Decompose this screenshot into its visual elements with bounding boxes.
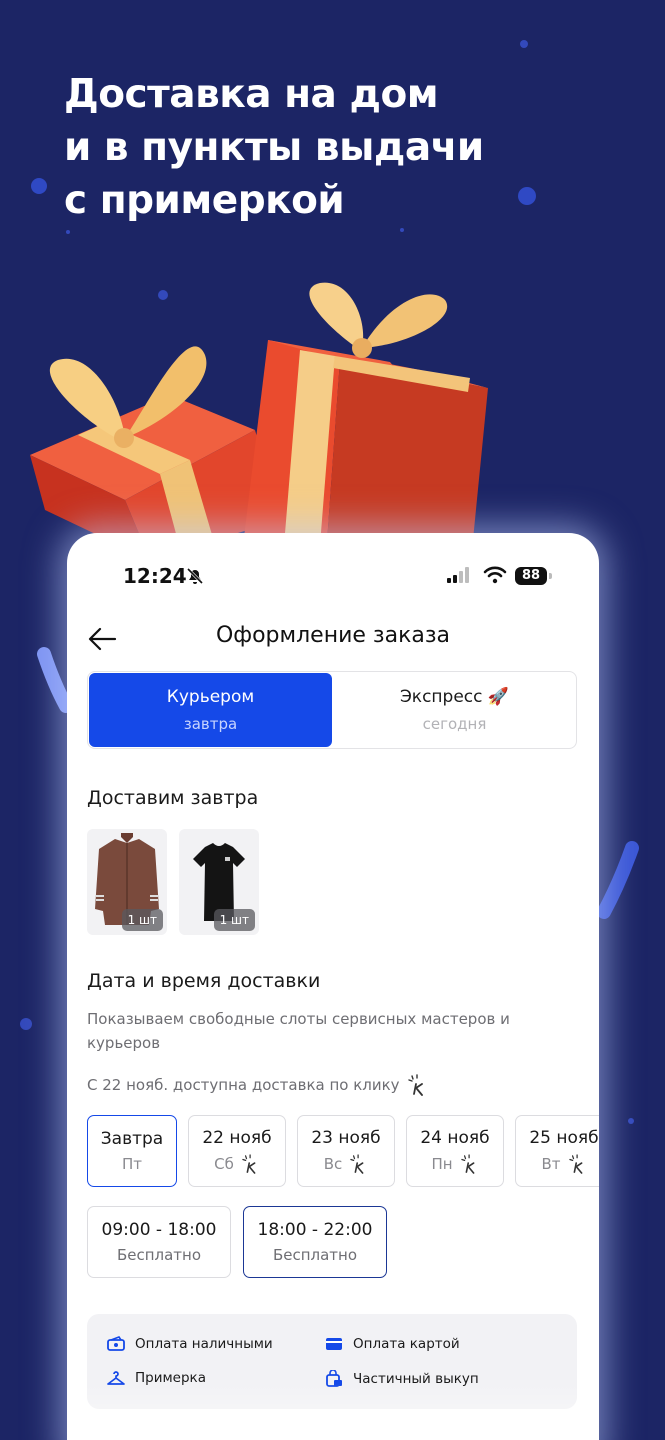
- weekday-label: Пн: [431, 1155, 453, 1173]
- time-slot-range: 18:00 - 22:00: [257, 1220, 373, 1240]
- delivery-features-panel: Оплата наличными Оплата картой Примерка …: [87, 1314, 577, 1409]
- background-dot: [520, 40, 528, 48]
- delivery-mode-label: Курьером: [166, 687, 255, 707]
- gift-boxes-illustration: [30, 282, 488, 570]
- background-dot: [20, 1018, 32, 1030]
- click-delivery-icon: [568, 1154, 582, 1174]
- datetime-section-title: Дата и время доставки: [87, 970, 321, 992]
- phone-screen: 12:24 88 Оформление заказа Курьером завт…: [67, 533, 599, 1440]
- delivery-mode-sub: сегодня: [422, 715, 487, 733]
- delivery-mode-label-row: Экспресс 🚀: [400, 687, 509, 707]
- cash-icon: [107, 1336, 125, 1351]
- date-selector: Завтра Пт 22 нояб Сб 23 нояб Вс 24 нояб …: [87, 1115, 599, 1187]
- card-icon: [326, 1338, 342, 1350]
- status-time: 12:24: [123, 564, 187, 588]
- feature-label: Частичный выкуп: [353, 1371, 479, 1387]
- background-dot: [31, 178, 47, 194]
- feature-card: Оплата картой: [325, 1336, 460, 1352]
- bell-muted-icon: [186, 567, 204, 585]
- time-slot-option[interactable]: 09:00 - 18:00 Бесплатно: [87, 1206, 231, 1278]
- feature-label: Оплата картой: [353, 1336, 460, 1352]
- time-slot-price: Бесплатно: [116, 1246, 202, 1264]
- click-delivery-icon: [242, 1154, 256, 1174]
- delivery-mode-switch: Курьером завтра Экспресс 🚀 сегодня: [87, 671, 577, 749]
- weekday-row: Вт: [541, 1154, 586, 1174]
- rocket-icon: 🚀: [487, 687, 510, 707]
- time-slot-range: 09:00 - 18:00: [101, 1220, 217, 1240]
- click-delivery-icon: [407, 1074, 423, 1096]
- nav-bar: Оформление заказа: [67, 613, 599, 663]
- datetime-description: Показываем свободные слоты сервисных мас…: [87, 1010, 510, 1052]
- feature-label: Оплата наличными: [135, 1336, 273, 1352]
- weekday-label: Пт: [121, 1155, 143, 1173]
- date-label: Завтра: [100, 1129, 164, 1149]
- feature-fitting: Примерка: [107, 1370, 206, 1386]
- quantity-badge: 1 шт: [121, 909, 163, 931]
- weekday-row: Сб: [214, 1154, 260, 1174]
- click-note-text: С 22 нояб. доступна доставка по клику: [87, 1076, 400, 1094]
- date-option[interactable]: 24 нояб Пн: [406, 1115, 504, 1187]
- click-delivery-note: С 22 нояб. доступна доставка по клику: [87, 1074, 428, 1096]
- feature-cash: Оплата наличными: [107, 1336, 273, 1352]
- weekday-row: Вс: [324, 1154, 369, 1174]
- delivery-mode-label: Экспресс: [399, 687, 483, 707]
- date-option[interactable]: 22 нояб Сб: [188, 1115, 286, 1187]
- weekday-label: Вс: [323, 1155, 343, 1173]
- product-item[interactable]: 1 шт: [179, 829, 259, 935]
- status-bar: 12:24 88: [67, 533, 599, 619]
- deliver-section-title: Доставим завтра: [87, 787, 259, 809]
- time-slot-selector: 09:00 - 18:00 Бесплатно 18:00 - 22:00 Бе…: [87, 1206, 387, 1278]
- battery-indicator: 88: [515, 567, 547, 585]
- promo-headline-line: с примеркой: [64, 178, 345, 223]
- delivery-mode-sub: завтра: [183, 715, 238, 733]
- date-option[interactable]: 25 нояб Вт: [515, 1115, 599, 1187]
- promo-headline-line: Доставка на дом: [64, 72, 439, 117]
- page-title: Оформление заказа: [215, 623, 451, 648]
- date-label: 24 нояб: [420, 1128, 490, 1148]
- product-list: 1 шт 1 шт: [87, 829, 259, 935]
- weekday-row: Пн: [431, 1154, 478, 1174]
- delivery-mode-courier[interactable]: Курьером завтра: [89, 673, 332, 747]
- signal-icon: [447, 567, 469, 583]
- date-label: 25 нояб: [529, 1128, 599, 1148]
- date-option[interactable]: 23 нояб Вс: [297, 1115, 395, 1187]
- decorative-stroke-right: [597, 841, 639, 919]
- partial-buyout-icon: [326, 1370, 342, 1387]
- product-item[interactable]: 1 шт: [87, 829, 167, 935]
- date-label: 22 нояб: [202, 1128, 272, 1148]
- time-slot-price: Бесплатно: [272, 1246, 358, 1264]
- battery-tip: [549, 573, 552, 579]
- weekday-label: Вт: [541, 1155, 561, 1173]
- feature-partial-buyout: Частичный выкуп: [325, 1370, 479, 1388]
- date-option[interactable]: Завтра Пт: [87, 1115, 177, 1187]
- click-delivery-icon: [350, 1154, 364, 1174]
- background-dot: [400, 228, 404, 232]
- date-label: 23 нояб: [311, 1128, 381, 1148]
- delivery-mode-express[interactable]: Экспресс 🚀 сегодня: [333, 672, 576, 748]
- quantity-badge: 1 шт: [213, 909, 255, 931]
- feature-label: Примерка: [135, 1370, 206, 1386]
- background-dot: [66, 230, 70, 234]
- wifi-icon: [483, 566, 507, 584]
- click-delivery-icon: [460, 1154, 474, 1174]
- time-slot-option[interactable]: 18:00 - 22:00 Бесплатно: [243, 1206, 387, 1278]
- promo-headline: Доставка на дом и в пункты выдачи с прим…: [64, 68, 624, 227]
- weekday-label: Сб: [214, 1155, 234, 1173]
- hanger-icon: [107, 1371, 125, 1385]
- background-dot: [628, 1118, 634, 1124]
- promo-headline-line: и в пункты выдачи: [64, 125, 484, 170]
